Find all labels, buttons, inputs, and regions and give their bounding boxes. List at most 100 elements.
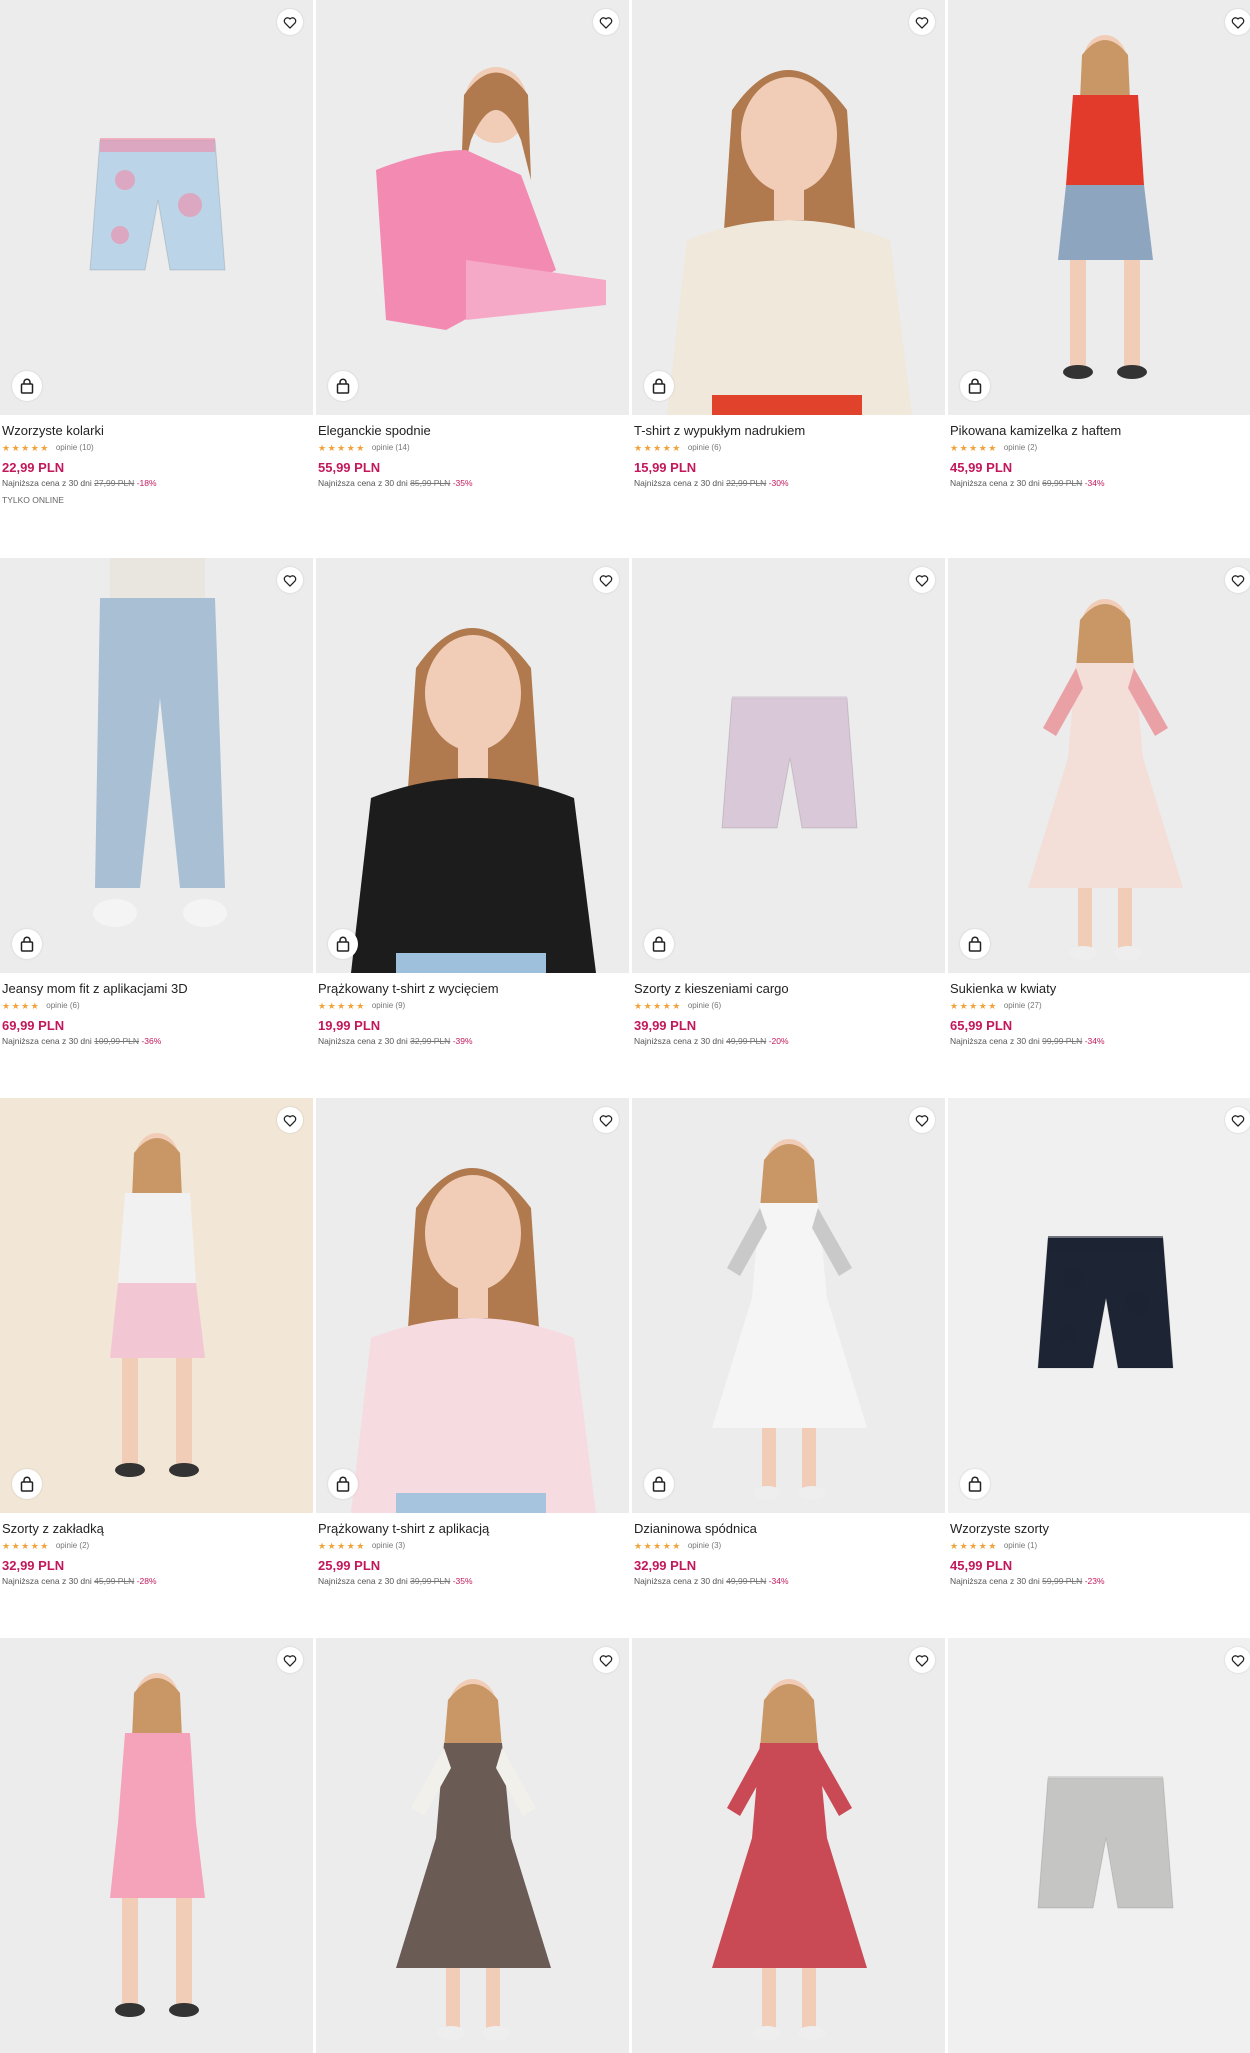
product-image[interactable] [0,558,313,973]
product-image[interactable] [632,1098,945,1513]
add-to-wishlist-button[interactable] [1225,1647,1250,1673]
review-count[interactable]: opinie (14) [372,443,410,453]
discount-badge: -34% [1084,1036,1105,1046]
heart-icon [1231,574,1245,587]
product-card[interactable]: Szorty z zakładką ★★★★★ opinie (2) 32,99… [0,1098,313,1587]
product-name[interactable]: Dzianinowa spódnica [634,1521,943,1537]
product-image[interactable] [632,558,945,973]
add-to-wishlist-button[interactable] [593,1647,619,1673]
product-name[interactable]: Eleganckie spodnie [318,423,627,439]
review-count[interactable]: opinie (6) [46,1001,79,1011]
review-count[interactable]: opinie (2) [56,1541,89,1551]
old-price: 49,99 PLN [726,1036,767,1046]
add-to-wishlist-button[interactable] [909,1647,935,1673]
heart-icon [599,16,613,29]
product-card[interactable]: Eleganckie spodnie ★★★★★ opinie (14) 55,… [316,0,629,489]
add-to-wishlist-button[interactable] [1225,9,1250,35]
product-name[interactable]: Szorty z zakładką [2,1521,311,1537]
product-image[interactable] [948,0,1250,415]
add-to-cart-button[interactable] [644,1469,674,1499]
product-name[interactable]: Sukienka w kwiaty [950,981,1250,997]
product-image[interactable] [316,558,629,973]
add-to-wishlist-button[interactable] [909,9,935,35]
product-image[interactable] [948,558,1250,973]
heart-icon [283,574,297,587]
product-price: 32,99 PLN [634,1558,697,1573]
add-to-wishlist-button[interactable] [277,567,303,593]
product-card[interactable]: Prążkowany t-shirt z wycięciem ★★★★★ opi… [316,558,629,1047]
product-card[interactable]: Prążkowany t-shirt z aplikacją ★★★★★ opi… [316,1098,629,1587]
product-image[interactable] [0,1098,313,1513]
discount-badge: -23% [1084,1576,1105,1586]
product-card[interactable] [632,1638,945,2053]
review-count[interactable]: opinie (6) [688,1001,721,1011]
add-to-cart-button[interactable] [328,929,358,959]
add-to-wishlist-button[interactable] [1225,567,1250,593]
product-image[interactable] [948,1638,1250,2053]
product-card[interactable]: Dzianinowa spódnica ★★★★★ opinie (3) 32,… [632,1098,945,1587]
add-to-wishlist-button[interactable] [593,567,619,593]
product-card[interactable] [948,1638,1250,2053]
review-count[interactable]: opinie (9) [372,1001,405,1011]
product-rating: ★★★★★ opinie (14) [318,442,627,454]
add-to-wishlist-button[interactable] [593,1107,619,1133]
add-to-wishlist-button[interactable] [593,9,619,35]
product-image[interactable] [316,0,629,415]
product-image[interactable] [316,1098,629,1513]
add-to-cart-button[interactable] [644,371,674,401]
product-card[interactable] [316,1638,629,2053]
shopping-bag-icon [968,1476,982,1492]
old-price: 59,99 PLN [1042,1576,1083,1586]
add-to-wishlist-button[interactable] [277,1107,303,1133]
add-to-cart-button[interactable] [328,1469,358,1499]
add-to-wishlist-button[interactable] [277,1647,303,1673]
add-to-cart-button[interactable] [12,371,42,401]
product-card[interactable]: Pikowana kamizelka z haftem ★★★★★ opinie… [948,0,1250,489]
review-count[interactable]: opinie (1) [1004,1541,1037,1551]
product-card[interactable] [0,1638,313,2053]
review-count[interactable]: opinie (3) [688,1541,721,1551]
review-count[interactable]: opinie (6) [688,443,721,453]
product-name[interactable]: Szorty z kieszeniami cargo [634,981,943,997]
old-price: 27,99 PLN [94,478,135,488]
product-name[interactable]: Pikowana kamizelka z haftem [950,423,1250,439]
lowest-price-info: Najniższa cena z 30 dni 69,99 PLN -34% [950,478,1250,489]
product-name[interactable]: Prążkowany t-shirt z aplikacją [318,1521,627,1537]
lowest-price-info: Najniższa cena z 30 dni 85,99 PLN -35% [318,478,627,489]
product-card[interactable]: Wzorzyste kolarki ★★★★★ opinie (10) 22,9… [0,0,313,506]
product-image[interactable] [0,1638,313,2053]
add-to-cart-button[interactable] [644,929,674,959]
product-name[interactable]: Wzorzyste szorty [950,1521,1250,1537]
product-card[interactable]: Szorty z kieszeniami cargo ★★★★★ opinie … [632,558,945,1047]
add-to-cart-button[interactable] [12,1469,42,1499]
product-name[interactable]: Wzorzyste kolarki [2,423,311,439]
product-image[interactable] [0,0,313,415]
add-to-cart-button[interactable] [960,929,990,959]
product-name[interactable]: T-shirt z wypukłym nadrukiem [634,423,943,439]
heart-icon [283,16,297,29]
add-to-cart-button[interactable] [960,1469,990,1499]
product-image[interactable] [948,1098,1250,1513]
product-name[interactable]: Prążkowany t-shirt z wycięciem [318,981,627,997]
product-image[interactable] [316,1638,629,2053]
review-count[interactable]: opinie (27) [1004,1001,1042,1011]
product-image[interactable] [632,1638,945,2053]
product-card[interactable]: Sukienka w kwiaty ★★★★★ opinie (27) 65,9… [948,558,1250,1047]
add-to-wishlist-button[interactable] [909,567,935,593]
add-to-wishlist-button[interactable] [909,1107,935,1133]
review-count[interactable]: opinie (10) [56,443,94,453]
add-to-wishlist-button[interactable] [277,9,303,35]
product-image[interactable] [632,0,945,415]
product-name[interactable]: Jeansy mom fit z aplikacjami 3D [2,981,311,997]
add-to-wishlist-button[interactable] [1225,1107,1250,1133]
product-card[interactable]: Wzorzyste szorty ★★★★★ opinie (1) 45,99 … [948,1098,1250,1587]
product-card[interactable]: Jeansy mom fit z aplikacjami 3D ★★★★ opi… [0,558,313,1047]
add-to-cart-button[interactable] [328,371,358,401]
shopping-bag-icon [652,378,666,394]
lowest-price-info: Najniższa cena z 30 dni 59,99 PLN -23% [950,1576,1250,1587]
product-card[interactable]: T-shirt z wypukłym nadrukiem ★★★★★ opini… [632,0,945,489]
review-count[interactable]: opinie (2) [1004,443,1037,453]
add-to-cart-button[interactable] [12,929,42,959]
add-to-cart-button[interactable] [960,371,990,401]
review-count[interactable]: opinie (3) [372,1541,405,1551]
